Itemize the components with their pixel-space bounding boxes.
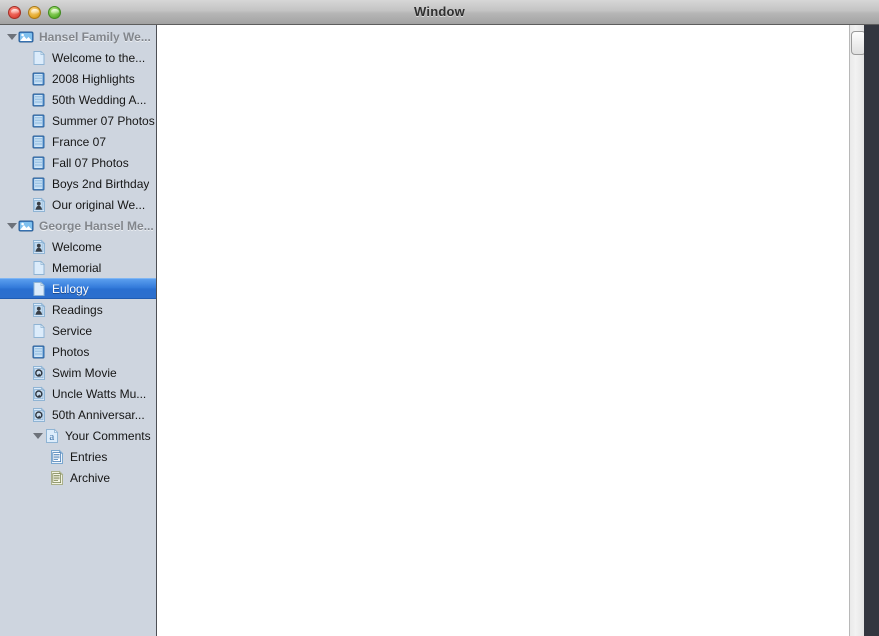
sidebar-item[interactable]: Welcome	[0, 236, 156, 257]
sidebar-item-label: 2008 Highlights	[52, 71, 135, 86]
photo-album-icon	[31, 113, 47, 129]
photo-album-icon	[31, 155, 47, 171]
sidebar-item[interactable]: 2008 Highlights	[0, 68, 156, 89]
photo-album-icon	[31, 92, 47, 108]
blog-entries-icon	[49, 449, 65, 465]
movie-page-icon	[31, 407, 47, 423]
sidebar-item[interactable]: France 07	[0, 131, 156, 152]
sidebar-item-label: Your Comments	[65, 428, 151, 443]
sidebar-item[interactable]: Swim Movie	[0, 362, 156, 383]
sidebar-item[interactable]: Photos	[0, 341, 156, 362]
sidebar-item-label: Service	[52, 323, 93, 338]
movie-page-icon	[31, 365, 47, 381]
sidebar-group-label: George Hansel Me...	[39, 218, 154, 233]
blog-page-icon: a	[44, 428, 60, 444]
blog-archive-icon	[49, 470, 65, 486]
photo-album-icon	[31, 176, 47, 192]
source-list[interactable]: Hansel Family We... Welcome to the... 20…	[0, 25, 156, 488]
sidebar-item-label: Welcome	[52, 239, 102, 254]
sidebar[interactable]: Hansel Family We... Welcome to the... 20…	[0, 25, 157, 636]
sidebar-item-label: Welcome to the...	[52, 50, 146, 65]
sidebar-item[interactable]: Summer 07 Photos	[0, 110, 156, 131]
sidebar-item-label: Swim Movie	[52, 365, 117, 380]
sidebar-item[interactable]: Our original We...	[0, 194, 156, 215]
sidebar-item-label: Boys 2nd Birthday	[52, 176, 150, 191]
sidebar-item[interactable]: Uncle Watts Mu...	[0, 383, 156, 404]
sidebar-item[interactable]: a Your Comments	[0, 425, 156, 446]
svg-text:a: a	[49, 431, 54, 443]
sidebar-group-header[interactable]: Hansel Family We...	[0, 26, 156, 47]
window-right-edge	[864, 25, 879, 636]
blank-page-icon	[31, 281, 47, 297]
window-titlebar[interactable]: Window	[0, 0, 879, 25]
application-window: Window Hansel Family We... Welcome to th…	[0, 0, 879, 636]
profile-page-icon	[31, 302, 47, 318]
sidebar-item-label: Fall 07 Photos	[52, 155, 129, 170]
window-title: Window	[414, 4, 465, 19]
sidebar-item-label: 50th Anniversar...	[52, 407, 145, 422]
sidebar-item-label: Summer 07 Photos	[52, 113, 155, 128]
sidebar-item-label: Uncle Watts Mu...	[52, 386, 147, 401]
vertical-scrollbar[interactable]	[849, 25, 866, 636]
movie-page-icon	[31, 386, 47, 402]
blank-page-icon	[31, 323, 47, 339]
sidebar-item[interactable]: Entries	[0, 446, 156, 467]
sidebar-item[interactable]: Service	[0, 320, 156, 341]
window-content: Hansel Family We... Welcome to the... 20…	[0, 25, 879, 636]
disclosure-triangle-icon[interactable]	[5, 215, 18, 236]
disclosure-triangle-icon[interactable]	[5, 26, 18, 47]
sidebar-item-label: Memorial	[52, 260, 102, 275]
sidebar-item[interactable]: 50th Anniversar...	[0, 404, 156, 425]
sidebar-item-label: Archive	[70, 470, 111, 485]
site-cloud-icon	[18, 29, 34, 45]
sidebar-group-label: Hansel Family We...	[39, 29, 151, 44]
sidebar-item[interactable]: Fall 07 Photos	[0, 152, 156, 173]
sidebar-item-label: Readings	[52, 302, 103, 317]
photo-album-icon	[31, 71, 47, 87]
sidebar-item-label: 50th Wedding A...	[52, 92, 147, 107]
sidebar-item-label: Entries	[70, 449, 108, 464]
photo-album-icon	[31, 134, 47, 150]
disclosure-triangle-icon[interactable]	[31, 425, 44, 446]
sidebar-group-header[interactable]: George Hansel Me...	[0, 215, 156, 236]
main-content-pane[interactable]	[158, 25, 864, 636]
photo-album-icon	[31, 344, 47, 360]
sidebar-item-label: Eulogy	[52, 281, 89, 296]
sidebar-item-label: France 07	[52, 134, 107, 149]
site-cloud-icon	[18, 218, 34, 234]
blank-page-icon	[31, 50, 47, 66]
sidebar-item[interactable]: 50th Wedding A...	[0, 89, 156, 110]
sidebar-item[interactable]: Eulogy	[0, 278, 156, 299]
sidebar-item[interactable]: Welcome to the...	[0, 47, 156, 68]
profile-page-icon	[31, 239, 47, 255]
sidebar-item[interactable]: Readings	[0, 299, 156, 320]
blank-page-icon	[31, 260, 47, 276]
sidebar-item[interactable]: Archive	[0, 467, 156, 488]
profile-page-icon	[31, 197, 47, 213]
sidebar-item[interactable]: Memorial	[0, 257, 156, 278]
sidebar-item-label: Photos	[52, 344, 90, 359]
sidebar-item-label: Our original We...	[52, 197, 146, 212]
sidebar-item[interactable]: Boys 2nd Birthday	[0, 173, 156, 194]
